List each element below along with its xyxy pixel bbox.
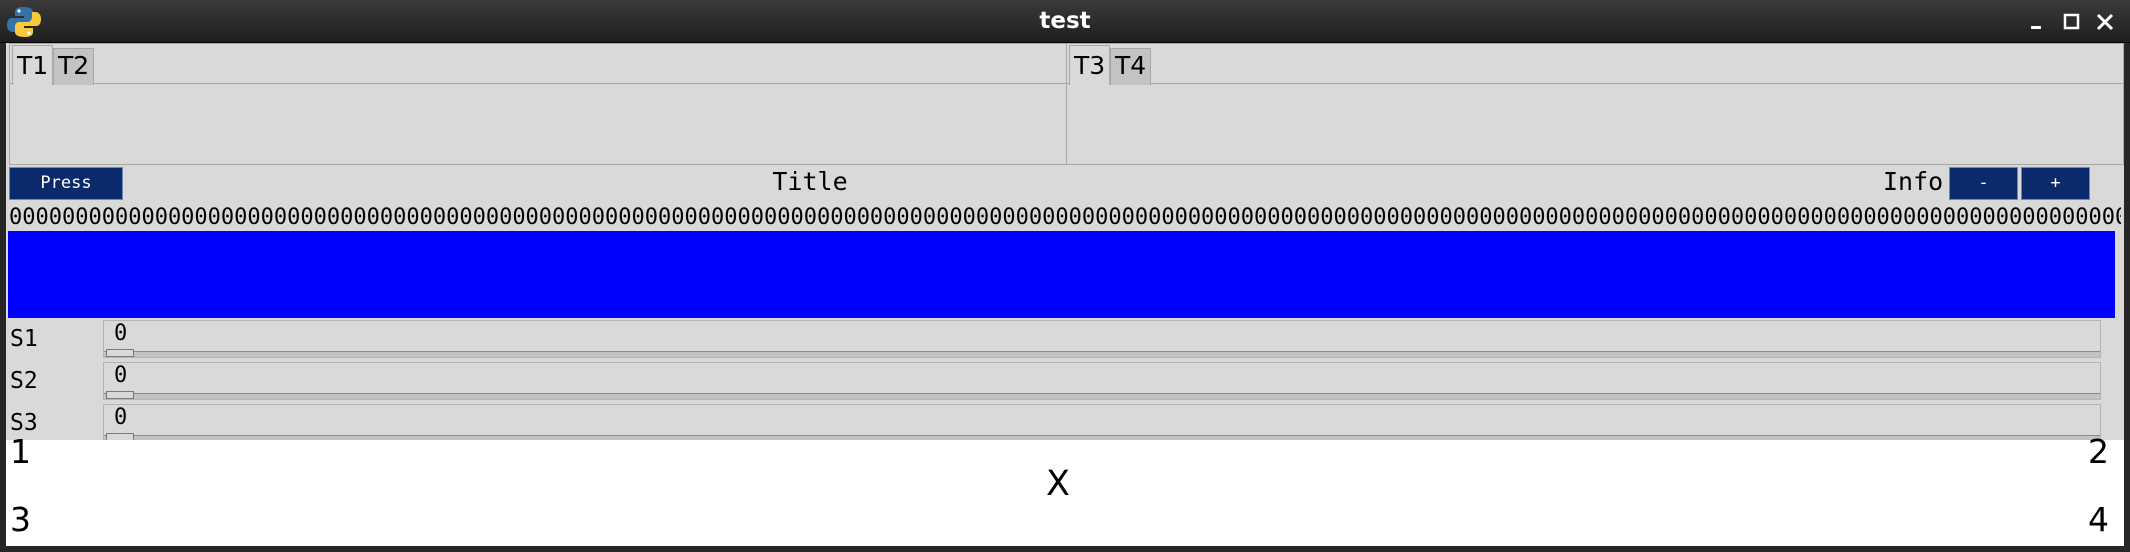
tab-bar-right: T3 T4 [1067,44,2123,85]
slider-label: S1 [10,326,38,352]
tab-page-right [1067,85,2123,164]
white-canvas[interactable]: 1 2 X 3 4 [6,432,2124,546]
info-label: Info [1883,167,1944,196]
slider-value: 0 [114,405,128,430]
slider-groove[interactable] [104,393,2100,399]
slider-s2[interactable]: 0 [103,362,2101,400]
notebook-left: T1 T2 [9,43,1067,165]
title-label: Title [772,167,848,196]
minimize-icon[interactable] [2024,8,2052,36]
window-client: T1 T2 T3 T4 Press Title Info - + 0000000… [6,43,2124,546]
slider-handle[interactable] [106,349,134,357]
slider-s3[interactable]: 0 [103,404,2101,442]
tab-t2[interactable]: T2 [53,48,95,85]
notebook-right: T3 T4 [1066,43,2124,165]
tab-t3[interactable]: T3 [1069,45,1111,85]
slider-s1[interactable]: 0 [103,320,2101,358]
slider-groove[interactable] [104,351,2100,357]
window-frame-bottom [0,546,2130,552]
tab-t1[interactable]: T1 [12,45,54,85]
plus-button[interactable]: + [2021,167,2090,200]
maximize-icon[interactable] [2058,8,2086,36]
corner-label-4: 4 [2088,500,2109,539]
corner-label-1: 1 [10,432,31,471]
slider-handle[interactable] [106,391,134,399]
digit-display: 0000000000000000000000000000000000000000… [9,205,2121,230]
tab-bar-left: T1 T2 [10,44,1066,85]
blue-canvas[interactable] [8,231,2115,318]
window-titlebar[interactable]: test [0,0,2130,43]
window-title: test [1039,8,1091,34]
center-label: X [1046,464,1070,504]
slider-value: 0 [114,321,128,346]
slider-row-s1: S1 0 [6,320,2118,362]
tab-t4[interactable]: T4 [1110,48,1152,85]
window-frame-right [2124,43,2130,552]
tab-page-left [10,85,1066,164]
slider-label: S2 [10,368,38,394]
toolbar: Press Title Info - + [6,165,2124,202]
corner-label-3: 3 [10,500,31,539]
close-icon[interactable] [2091,8,2119,36]
corner-label-2: 2 [2088,432,2109,471]
minus-button[interactable]: - [1949,167,2018,200]
slider-row-s2: S2 0 [6,362,2118,404]
slider-value: 0 [114,363,128,388]
